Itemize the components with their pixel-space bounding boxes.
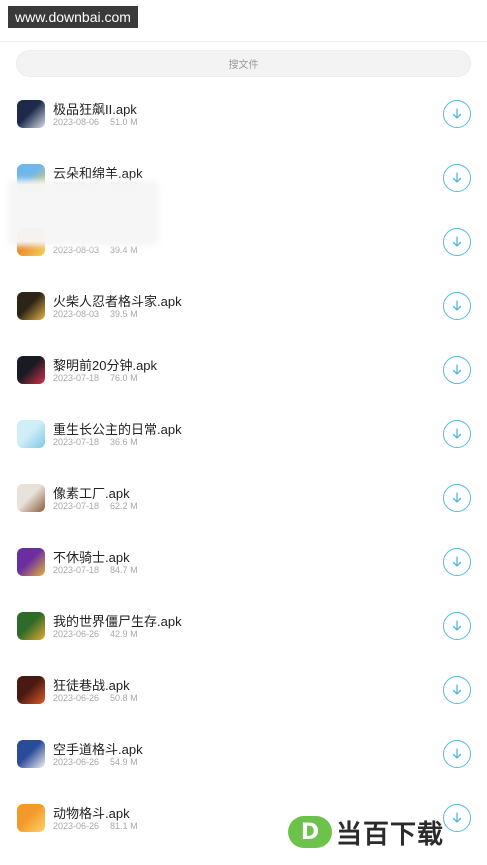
file-meta: 2023-06-26 81.1 M — [53, 821, 138, 831]
file-date: 2023-07-18 — [53, 437, 100, 447]
file-size: 39.4 M — [110, 245, 138, 255]
download-arrow-icon — [452, 620, 462, 631]
download-arrow-icon — [452, 300, 462, 311]
download-button[interactable] — [443, 164, 471, 192]
download-button[interactable] — [443, 804, 471, 832]
download-button[interactable] — [443, 676, 471, 704]
file-meta: 2023-07-18 62.2 M — [53, 501, 138, 511]
list-item[interactable]: 不休骑士.apk 2023-07-18 84.7 M — [0, 530, 487, 594]
file-size: 50.8 M — [110, 693, 138, 703]
brand-mark: D — [288, 816, 332, 848]
file-size: 81.1 M — [110, 821, 138, 831]
file-name: 黎明前20分钟.apk — [53, 358, 158, 373]
file-meta: 2023-07-18 36.6 M — [53, 437, 138, 447]
princess-icon — [17, 420, 45, 448]
file-date: 2023-07-18 — [53, 565, 100, 575]
file-date: 2023-06-26 — [53, 757, 100, 767]
list-item[interactable]: 黎明前20分钟.apk 2023-07-18 76.0 M — [0, 338, 487, 402]
file-name: 重生长公主的日常.apk — [53, 422, 182, 437]
file-meta: 2023-06-26 50.8 M — [53, 693, 138, 703]
karate-icon — [17, 740, 45, 768]
racing-car-icon — [17, 100, 45, 128]
file-date: 2023-07-18 — [53, 373, 100, 383]
file-name: 我的世界僵尸生存.apk — [53, 614, 182, 629]
pixel-factory-icon — [17, 484, 45, 512]
list-item[interactable]: 像素工厂.apk 2023-07-18 62.2 M — [0, 466, 487, 530]
file-size: 42.9 M — [110, 629, 138, 639]
file-name: 动物格斗.apk — [53, 806, 130, 821]
file-meta: 2023-08-06 51.0 M — [53, 117, 138, 127]
download-arrow-icon — [452, 684, 462, 695]
file-date: 2023-06-26 — [53, 629, 100, 639]
file-size: 84.7 M — [110, 565, 138, 575]
download-arrow-icon — [452, 556, 462, 567]
download-button[interactable] — [443, 484, 471, 512]
download-arrow-icon — [452, 492, 462, 503]
file-size: 62.2 M — [110, 501, 138, 511]
knight-icon — [17, 548, 45, 576]
file-date: 2023-08-06 — [53, 117, 100, 127]
file-date: 2023-06-26 — [53, 821, 100, 831]
list-item[interactable]: 我的世界僵尸生存.apk 2023-06-26 42.9 M — [0, 594, 487, 658]
file-name: 不休骑士.apk — [53, 550, 130, 565]
blurred-region — [12, 184, 155, 242]
file-meta: 2023-08-03 39.5 M — [53, 309, 138, 319]
list-item[interactable]: 极品狂飙II.apk 2023-08-06 51.0 M — [0, 82, 487, 146]
file-name: 极品狂飙II.apk — [53, 102, 137, 117]
search-input[interactable]: 搜文件 — [16, 50, 471, 77]
file-meta: 2023-06-26 54.9 M — [53, 757, 138, 767]
zombie-survival-icon — [17, 612, 45, 640]
download-arrow-icon — [452, 236, 462, 247]
list-item[interactable]: 空手道格斗.apk 2023-06-26 54.9 M — [0, 722, 487, 786]
file-size: 39.5 M — [110, 309, 138, 319]
file-name: 像素工厂.apk — [53, 486, 130, 501]
file-name: 空手道格斗.apk — [53, 742, 143, 757]
file-name: 火柴人忍者格斗家.apk — [53, 294, 182, 309]
file-meta: 2023-07-18 76.0 M — [53, 373, 138, 383]
download-button[interactable] — [443, 612, 471, 640]
brand-text: 当百下载 — [336, 819, 445, 850]
file-date: 2023-08-03 — [53, 309, 100, 319]
file-date: 2023-08-03 — [53, 245, 100, 255]
download-button[interactable] — [443, 356, 471, 384]
file-size: 36.6 M — [110, 437, 138, 447]
file-meta: 2023-08-03 39.4 M — [53, 245, 138, 255]
file-date: 2023-07-18 — [53, 501, 100, 511]
download-button[interactable] — [443, 740, 471, 768]
file-size: 54.9 M — [110, 757, 138, 767]
file-name: 狂徒巷战.apk — [53, 678, 130, 693]
download-arrow-icon — [452, 812, 462, 823]
download-arrow-icon — [452, 428, 462, 439]
ninja-icon — [17, 292, 45, 320]
download-arrow-icon — [452, 364, 462, 375]
list-item[interactable]: 重生长公主的日常.apk 2023-07-18 36.6 M — [0, 402, 487, 466]
list-item[interactable]: 狂徒巷战.apk 2023-06-26 50.8 M — [0, 658, 487, 722]
download-button[interactable] — [443, 100, 471, 128]
download-button[interactable] — [443, 548, 471, 576]
file-name: 云朵和绵羊.apk — [53, 166, 143, 181]
download-arrow-icon — [452, 748, 462, 759]
download-button[interactable] — [443, 420, 471, 448]
file-date: 2023-06-26 — [53, 693, 100, 703]
file-meta: 2023-06-26 42.9 M — [53, 629, 138, 639]
list-item[interactable]: 火柴人忍者格斗家.apk 2023-08-03 39.5 M — [0, 274, 487, 338]
search-placeholder: 搜文件 — [228, 60, 259, 71]
brand-logo: D 当百下载 — [288, 815, 445, 850]
file-meta: 2023-07-18 84.7 M — [53, 565, 138, 575]
dark-hero-icon — [17, 356, 45, 384]
download-arrow-icon — [452, 108, 462, 119]
street-fighter-icon — [17, 676, 45, 704]
download-button[interactable] — [443, 292, 471, 320]
file-size: 51.0 M — [110, 117, 138, 127]
file-size: 76.0 M — [110, 373, 138, 383]
download-arrow-icon — [452, 172, 462, 183]
header-divider — [0, 41, 487, 42]
animal-fighter-icon — [17, 804, 45, 832]
watermark-url: www.downbai.com — [8, 6, 138, 28]
download-button[interactable] — [443, 228, 471, 256]
